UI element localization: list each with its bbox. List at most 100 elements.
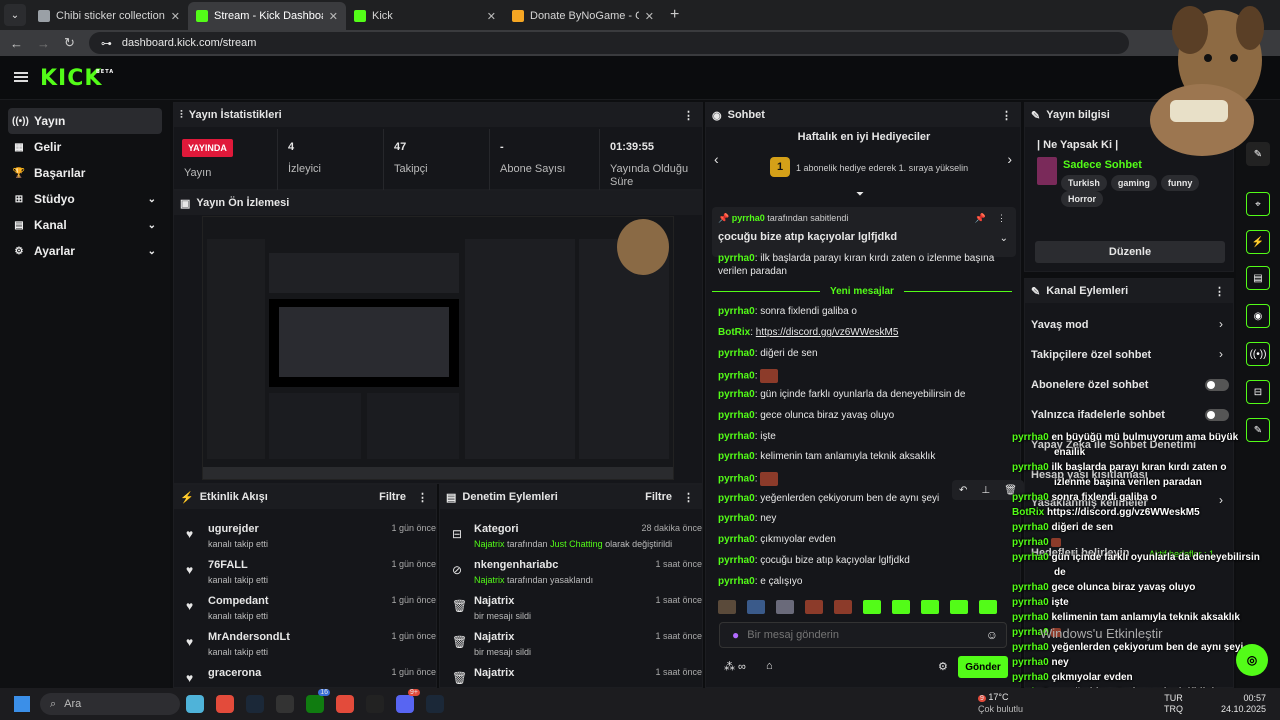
- reply-icon[interactable]: ↶: [959, 485, 967, 496]
- chat-user[interactable]: pyrrha0: [718, 555, 755, 566]
- menu-icon[interactable]: [14, 72, 28, 82]
- layout-icon[interactable]: ⊟: [1246, 380, 1270, 404]
- chat-user[interactable]: pyrrha0: [718, 410, 755, 421]
- browser-tab-active[interactable]: Stream - Kick Dashboard ✕: [188, 2, 346, 30]
- subscribers-only-toggle[interactable]: [1205, 379, 1229, 391]
- browser-tab[interactable]: Donate ByNoGame - Gelen/Gid ✕: [504, 2, 662, 30]
- emote-icon[interactable]: [805, 600, 823, 614]
- store-icon[interactable]: ⌂: [766, 660, 773, 672]
- sidebar-item-kanal[interactable]: ▤ Kanal ⌄: [8, 212, 162, 238]
- emote-icon[interactable]: [747, 600, 765, 614]
- lightning-icon[interactable]: ⚡: [1246, 230, 1270, 254]
- xbox-icon[interactable]: 16: [306, 689, 330, 713]
- mic-icon[interactable]: ●: [732, 628, 739, 642]
- weather-widget[interactable]: 9 17°C Çok bulutlu: [978, 692, 1023, 715]
- chat-icon[interactable]: ◉: [1246, 304, 1270, 328]
- emote-icon[interactable]: [892, 600, 910, 614]
- emote-icon[interactable]: [979, 600, 997, 614]
- send-button[interactable]: Gönder: [958, 656, 1008, 678]
- chat-user[interactable]: pyrrha0: [718, 371, 755, 382]
- chevron-down-icon[interactable]: ⌄: [1000, 233, 1008, 244]
- settings-icons[interactable]: ⁂ ∞: [724, 660, 746, 673]
- clock[interactable]: 00:57 24.10.2025: [1210, 693, 1266, 715]
- forward-icon[interactable]: →: [37, 36, 50, 51]
- epic-games-icon[interactable]: [276, 695, 294, 713]
- chat-input[interactable]: [747, 629, 986, 641]
- chat-user[interactable]: BotRix: [718, 327, 750, 338]
- category-name[interactable]: Sadece Sohbet: [1063, 159, 1142, 171]
- tab-close-icon[interactable]: ✕: [329, 10, 338, 23]
- chat-user[interactable]: pyrrha0: [718, 513, 755, 524]
- discord-icon[interactable]: 9+: [396, 689, 420, 713]
- chevron-right-icon[interactable]: ›: [1219, 347, 1223, 361]
- focus-icon[interactable]: ⌖: [1246, 192, 1270, 216]
- sidebar-item-basarilar[interactable]: 🏆 Başarılar: [8, 160, 162, 186]
- gear-icon[interactable]: ⚙: [938, 660, 948, 673]
- more-icon[interactable]: ⋮: [1001, 109, 1012, 122]
- chevron-right-icon[interactable]: ›: [1219, 493, 1223, 507]
- windows-start-icon[interactable]: [14, 696, 30, 712]
- chevron-left-icon[interactable]: ‹: [714, 151, 719, 167]
- obs-icon[interactable]: [366, 695, 384, 713]
- tab-close-icon[interactable]: ✕: [645, 10, 654, 23]
- more-icon[interactable]: ⋮: [683, 491, 694, 504]
- site-info-icon[interactable]: ⊶: [101, 37, 112, 50]
- new-tab-button[interactable]: +: [670, 6, 679, 24]
- steam-icon[interactable]: [246, 695, 264, 713]
- more-icon[interactable]: ⋮: [417, 491, 428, 504]
- tab-close-icon[interactable]: ✕: [171, 10, 180, 23]
- broadcast-icon[interactable]: ((•)): [1246, 342, 1270, 366]
- chat-user[interactable]: pyrrha0: [718, 389, 755, 400]
- chrome-icon[interactable]: [336, 695, 354, 713]
- pin-icon[interactable]: 📌: [975, 213, 986, 224]
- reload-icon[interactable]: ↻: [64, 35, 75, 51]
- stream-preview-video[interactable]: [202, 216, 674, 480]
- tab-search-button[interactable]: ⌄: [4, 4, 26, 26]
- steam-icon[interactable]: [426, 695, 444, 713]
- action-slow-mode[interactable]: Yavaş mod: [1031, 319, 1088, 331]
- chrome-icon[interactable]: [216, 695, 234, 713]
- browser-tab[interactable]: Chibi sticker collection ✕: [30, 2, 188, 30]
- edge-icon[interactable]: [186, 695, 204, 713]
- chat-text[interactable]: https://discord.gg/vz6WWeskM5: [756, 327, 899, 338]
- language-indicator[interactable]: TUR TRQ: [1164, 693, 1183, 715]
- help-chat-icon[interactable]: ◎: [1236, 644, 1268, 676]
- pin-icon[interactable]: ⊥: [981, 485, 990, 496]
- browser-tab[interactable]: Kick ✕: [346, 2, 504, 30]
- chat-user[interactable]: pyrrha0: [718, 493, 755, 504]
- filter-button[interactable]: Filtre: [645, 491, 672, 503]
- emote-icon[interactable]: [863, 600, 881, 614]
- more-icon[interactable]: ⋮: [1214, 285, 1225, 298]
- emote-icon[interactable]: [834, 600, 852, 614]
- emote-icon[interactable]: [950, 600, 968, 614]
- kick-logo[interactable]: KICK BETA: [40, 66, 113, 91]
- chat-user[interactable]: pyrrha0: [718, 431, 755, 442]
- chat-user[interactable]: pyrrha0: [718, 474, 755, 485]
- edit-button[interactable]: Düzenle: [1035, 241, 1225, 263]
- action-followers-only[interactable]: Takipçilere özel sohbet: [1031, 349, 1151, 361]
- sidebar-item-yayin[interactable]: ((•)) Yayın: [8, 108, 162, 134]
- sidebar-item-gelir[interactable]: ▦ Gelir: [8, 134, 162, 160]
- chat-user[interactable]: pyrrha0: [718, 451, 755, 462]
- back-icon[interactable]: ←: [10, 36, 23, 51]
- sidebar-item-studyo[interactable]: ⊞ Stüdyo ⌄: [8, 186, 162, 212]
- chat-user[interactable]: pyrrha0: [718, 576, 755, 587]
- document-icon[interactable]: ▤: [1246, 266, 1270, 290]
- wrench-icon[interactable]: ✎: [1246, 418, 1270, 442]
- collapse-icon[interactable]: ⏷: [856, 189, 864, 200]
- sidebar-item-ayarlar[interactable]: ⚙ Ayarlar ⌄: [8, 238, 162, 264]
- tab-close-icon[interactable]: ✕: [487, 10, 496, 23]
- emoji-icon[interactable]: ☺: [986, 628, 998, 642]
- emote-icon[interactable]: [921, 600, 939, 614]
- chat-user[interactable]: pyrrha0: [718, 306, 755, 317]
- taskbar-search[interactable]: ⌕ Ara: [40, 693, 180, 715]
- emote-only-toggle[interactable]: [1205, 409, 1229, 421]
- more-icon[interactable]: ⋮: [997, 213, 1006, 224]
- emote-icon[interactable]: [776, 600, 794, 614]
- chevron-right-icon[interactable]: ›: [1007, 151, 1012, 167]
- url-field[interactable]: ⊶ dashboard.kick.com/stream: [88, 32, 1129, 54]
- filter-button[interactable]: Filtre: [379, 491, 406, 503]
- chat-user[interactable]: pyrrha0: [718, 348, 755, 359]
- more-icon[interactable]: ⋮: [683, 109, 694, 122]
- chat-user[interactable]: pyrrha0: [718, 534, 755, 545]
